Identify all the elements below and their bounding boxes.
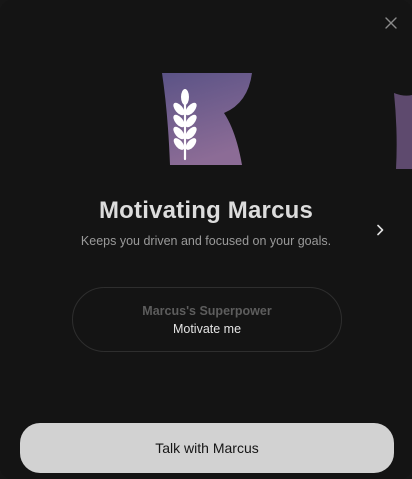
- close-button[interactable]: [382, 14, 400, 32]
- talk-button[interactable]: Talk with Marcus: [20, 423, 394, 473]
- superpower-label: Marcus's Superpower: [142, 304, 272, 318]
- next-persona-preview: [394, 93, 412, 169]
- persona-illustration: [162, 73, 252, 165]
- persona-dialog: Motivating Marcus Keeps you driven and f…: [0, 0, 412, 479]
- superpower-card: Marcus's Superpower Motivate me: [72, 287, 342, 352]
- next-persona-button[interactable]: [372, 222, 388, 238]
- superpower-value: Motivate me: [172, 322, 242, 336]
- persona-name: Motivating Marcus: [98, 197, 314, 224]
- chevron-right-icon: [377, 224, 384, 236]
- close-icon: [385, 17, 397, 29]
- persona-description: Keeps you driven and focused on your goa…: [80, 234, 332, 248]
